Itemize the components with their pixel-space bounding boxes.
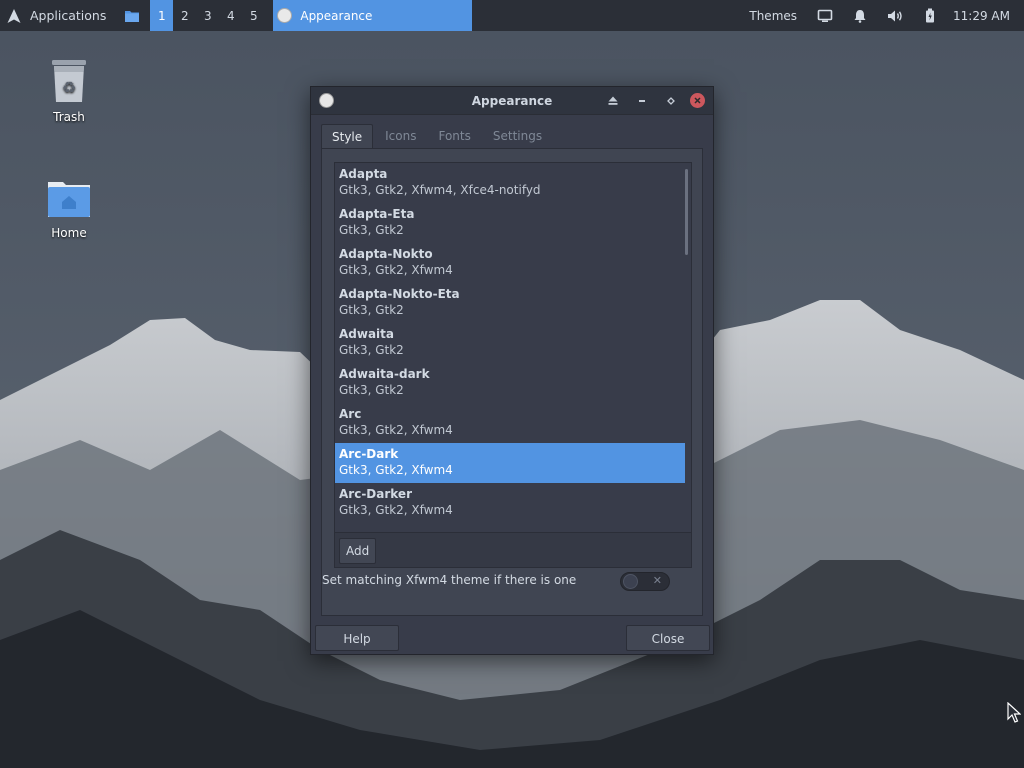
file-manager-launcher[interactable] <box>114 0 150 31</box>
theme-row-arc-dark[interactable]: Arc-Dark Gtk3, Gtk2, Xfwm4 <box>335 443 685 483</box>
dialog-footer: Help Close <box>311 622 713 654</box>
applications-label: Applications <box>30 8 107 23</box>
themes-button[interactable]: Themes <box>739 0 807 31</box>
battery-button[interactable] <box>915 0 945 31</box>
theme-name: Adapta <box>339 167 388 181</box>
workspace-3[interactable]: 3 <box>196 0 219 31</box>
theme-list-items: Adapta Gtk3, Gtk2, Xfwm4, Xfce4-notifyd … <box>335 163 685 523</box>
toggle-knob <box>623 574 638 589</box>
theme-name: Adapta-Eta <box>339 207 415 221</box>
close-button[interactable]: Close <box>626 625 710 651</box>
workspace-2[interactable]: 2 <box>173 0 196 31</box>
theme-description: Gtk3, Gtk2, Xfwm4 <box>339 263 453 277</box>
workspace-5[interactable]: 5 <box>242 0 265 31</box>
appearance-window: Appearance Style Icons Fonts Settings Ad… <box>310 86 714 655</box>
match-xfwm4-toggle[interactable]: ✕ <box>620 572 670 591</box>
theme-name: Arc-Dark <box>339 447 399 461</box>
theme-row-adwaita[interactable]: Adwaita Gtk3, Gtk2 <box>335 323 685 363</box>
display-icon <box>817 9 833 22</box>
desktop-icon-home[interactable]: Home <box>29 178 109 240</box>
theme-name: Adapta-Nokto <box>339 247 433 261</box>
battery-icon <box>926 8 935 23</box>
volume-button[interactable] <box>877 0 915 31</box>
theme-description: Gtk3, Gtk2, Xfwm4 <box>339 503 453 517</box>
add-theme-button[interactable]: Add <box>339 538 377 564</box>
match-xfwm4-row: Set matching Xfwm4 theme if there is one… <box>322 567 682 595</box>
bell-icon <box>854 9 866 23</box>
theme-row-adapta[interactable]: Adapta Gtk3, Gtk2, Xfwm4, Xfce4-notifyd <box>335 163 685 203</box>
theme-row-adwaita-dark[interactable]: Adwaita-dark Gtk3, Gtk2 <box>335 363 685 403</box>
help-button[interactable]: Help <box>315 625 399 651</box>
desktop-icon-trash-label: Trash <box>53 110 85 124</box>
theme-description: Gtk3, Gtk2 <box>339 223 404 237</box>
theme-description: Gtk3, Gtk2 <box>339 303 404 317</box>
tab-style[interactable]: Style <box>321 124 374 148</box>
desktop-icon-home-label: Home <box>51 226 87 240</box>
trash-icon: ♻ <box>52 60 86 102</box>
theme-list[interactable]: Adapta Gtk3, Gtk2, Xfwm4, Xfce4-notifyd … <box>334 162 692 568</box>
theme-description: Gtk3, Gtk2, Xfwm4, Xfce4-notifyd <box>339 183 541 197</box>
theme-name: Arc-Darker <box>339 487 412 501</box>
theme-description: Gtk3, Gtk2 <box>339 383 404 397</box>
match-xfwm4-label: Set matching Xfwm4 theme if there is one <box>322 573 577 587</box>
home-folder-icon <box>48 182 90 217</box>
taskbar-appearance-label: Appearance <box>300 8 373 23</box>
arch-logo-icon <box>7 8 21 23</box>
maximize-icon <box>666 96 675 105</box>
theme-name: Adapta-Nokto-Eta <box>339 287 460 301</box>
theme-row-adapta-nokto[interactable]: Adapta-Nokto Gtk3, Gtk2, Xfwm4 <box>335 243 685 283</box>
theme-description: Gtk3, Gtk2, Xfwm4 <box>339 463 453 477</box>
applications-menu[interactable]: Applications <box>0 0 114 31</box>
taskbar-appearance[interactable]: Appearance <box>273 0 473 31</box>
tab-icons[interactable]: Icons <box>375 124 426 148</box>
panel-clock[interactable]: 11:29 AM <box>945 0 1024 31</box>
theme-name: Adwaita <box>339 327 395 341</box>
theme-list-scrollbar[interactable] <box>685 169 688 255</box>
shade-button[interactable] <box>603 91 622 110</box>
theme-list-toolbar: Add <box>335 532 691 567</box>
notifications-button[interactable] <box>843 0 877 31</box>
window-titlebar[interactable]: Appearance <box>311 87 713 115</box>
display-button[interactable] <box>807 0 843 31</box>
theme-name: Arc <box>339 407 362 421</box>
desktop-icon-trash[interactable]: ♻ Trash <box>29 58 109 124</box>
workspace-1[interactable]: 1 <box>150 0 174 31</box>
theme-row-arc[interactable]: Arc Gtk3, Gtk2, Xfwm4 <box>335 403 685 443</box>
toggle-off-icon: ✕ <box>652 574 662 587</box>
workspace-4[interactable]: 4 <box>219 0 242 31</box>
eject-icon <box>608 96 617 105</box>
mouse-pointer-icon <box>1007 702 1021 723</box>
folder-icon <box>125 10 140 22</box>
minimize-button[interactable] <box>632 91 651 110</box>
maximize-button[interactable] <box>661 91 680 110</box>
themes-label: Themes <box>749 8 798 23</box>
tab-fonts[interactable]: Fonts <box>428 124 480 148</box>
top-panel: Applications 1 2 3 4 5 Appearance Themes <box>0 0 1024 31</box>
tab-settings[interactable]: Settings <box>483 124 552 148</box>
theme-row-adapta-eta[interactable]: Adapta-Eta Gtk3, Gtk2 <box>335 203 685 243</box>
appearance-app-icon <box>277 8 293 23</box>
style-tab-panel: Adapta Gtk3, Gtk2, Xfwm4, Xfce4-notifyd … <box>321 148 703 616</box>
theme-name: Adwaita-dark <box>339 367 430 381</box>
theme-row-adapta-nokto-eta[interactable]: Adapta-Nokto-Eta Gtk3, Gtk2 <box>335 283 685 323</box>
svg-text:♻: ♻ <box>62 78 76 97</box>
theme-description: Gtk3, Gtk2, Xfwm4 <box>339 423 453 437</box>
tab-bar: Style Icons Fonts Settings <box>321 124 552 148</box>
window-close-button[interactable] <box>690 93 705 108</box>
theme-row-arc-darker[interactable]: Arc-Darker Gtk3, Gtk2, Xfwm4 <box>335 483 685 523</box>
minimize-icon <box>638 99 645 102</box>
volume-icon <box>888 10 902 21</box>
close-icon <box>694 97 701 104</box>
theme-description: Gtk3, Gtk2 <box>339 343 404 357</box>
